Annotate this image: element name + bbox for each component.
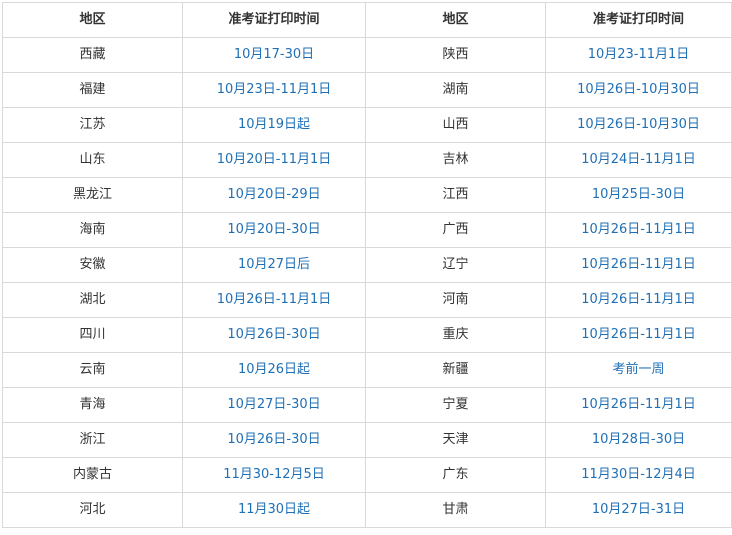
- print-time-cell: 10月20日-29日: [182, 177, 366, 213]
- print-time-cell: 10月23日-11月1日: [182, 72, 366, 108]
- table-row: 江苏 10月19日起 山西 10月26日-10月30日: [2, 107, 732, 143]
- region-cell: 宁夏: [365, 387, 546, 423]
- print-time-cell: 10月26日-10月30日: [545, 107, 732, 143]
- region-cell: 江苏: [2, 107, 183, 143]
- print-time-cell: 10月26日-11月1日: [545, 247, 732, 283]
- print-time-cell: 10月27日-31日: [545, 492, 732, 528]
- region-cell: 重庆: [365, 317, 546, 353]
- region-cell: 湖南: [365, 72, 546, 108]
- print-time-cell: 10月26日-11月1日: [545, 212, 732, 248]
- region-cell: 安徽: [2, 247, 183, 283]
- region-cell: 青海: [2, 387, 183, 423]
- header-print-time-left: 准考证打印时间: [182, 2, 366, 38]
- region-cell: 天津: [365, 422, 546, 458]
- print-time-cell: 10月20日-30日: [182, 212, 366, 248]
- region-cell: 河北: [2, 492, 183, 528]
- table-row: 湖北 10月26日-11月1日 河南 10月26日-11月1日: [2, 282, 732, 318]
- region-cell: 新疆: [365, 352, 546, 388]
- region-cell: 海南: [2, 212, 183, 248]
- table-header-row: 地区 准考证打印时间 地区 准考证打印时间: [2, 2, 732, 38]
- table-row: 河北 11月30日起 甘肃 10月27日-31日: [2, 492, 732, 528]
- header-region-left: 地区: [2, 2, 183, 38]
- region-cell: 黑龙江: [2, 177, 183, 213]
- region-cell: 内蒙古: [2, 457, 183, 493]
- print-time-cell: 10月26日-30日: [182, 422, 366, 458]
- print-time-cell: 10月26日-11月1日: [182, 282, 366, 318]
- print-time-cell: 10月26日起: [182, 352, 366, 388]
- region-cell: 云南: [2, 352, 183, 388]
- table-row: 海南 10月20日-30日 广西 10月26日-11月1日: [2, 212, 732, 248]
- print-time-cell: 10月20日-11月1日: [182, 142, 366, 178]
- exam-ticket-table: 地区 准考证打印时间 地区 准考证打印时间 西藏 10月17-30日 陕西 10…: [2, 2, 732, 528]
- region-cell: 河南: [365, 282, 546, 318]
- region-cell: 四川: [2, 317, 183, 353]
- header-region-right: 地区: [365, 2, 546, 38]
- table-row: 黑龙江 10月20日-29日 江西 10月25日-30日: [2, 177, 732, 213]
- table-row: 浙江 10月26日-30日 天津 10月28日-30日: [2, 422, 732, 458]
- region-cell: 吉林: [365, 142, 546, 178]
- region-cell: 甘肃: [365, 492, 546, 528]
- print-time-cell: 10月27日-30日: [182, 387, 366, 423]
- table-row: 四川 10月26日-30日 重庆 10月26日-11月1日: [2, 317, 732, 353]
- header-print-time-right: 准考证打印时间: [545, 2, 732, 38]
- print-time-cell: 10月27日后: [182, 247, 366, 283]
- table-row: 安徽 10月27日后 辽宁 10月26日-11月1日: [2, 247, 732, 283]
- print-time-cell: 11月30-12月5日: [182, 457, 366, 493]
- table-row: 云南 10月26日起 新疆 考前一周: [2, 352, 732, 388]
- region-cell: 辽宁: [365, 247, 546, 283]
- region-cell: 福建: [2, 72, 183, 108]
- table-row: 西藏 10月17-30日 陕西 10月23-11月1日: [2, 37, 732, 73]
- region-cell: 浙江: [2, 422, 183, 458]
- region-cell: 山西: [365, 107, 546, 143]
- region-cell: 广东: [365, 457, 546, 493]
- print-time-cell: 11月30日-12月4日: [545, 457, 732, 493]
- table-row: 青海 10月27日-30日 宁夏 10月26日-11月1日: [2, 387, 732, 423]
- print-time-cell: 10月24日-11月1日: [545, 142, 732, 178]
- print-time-cell: 考前一周: [545, 352, 732, 388]
- table-row: 山东 10月20日-11月1日 吉林 10月24日-11月1日: [2, 142, 732, 178]
- print-time-cell: 10月26日-11月1日: [545, 387, 732, 423]
- region-cell: 湖北: [2, 282, 183, 318]
- print-time-cell: 10月28日-30日: [545, 422, 732, 458]
- print-time-cell: 10月26日-11月1日: [545, 282, 732, 318]
- print-time-cell: 10月25日-30日: [545, 177, 732, 213]
- region-cell: 山东: [2, 142, 183, 178]
- region-cell: 陕西: [365, 37, 546, 73]
- print-time-cell: 10月26日-30日: [182, 317, 366, 353]
- region-cell: 江西: [365, 177, 546, 213]
- table-row: 福建 10月23日-11月1日 湖南 10月26日-10月30日: [2, 72, 732, 108]
- print-time-cell: 10月23-11月1日: [545, 37, 732, 73]
- print-time-cell: 10月17-30日: [182, 37, 366, 73]
- print-time-cell: 10月26日-11月1日: [545, 317, 732, 353]
- print-time-cell: 10月19日起: [182, 107, 366, 143]
- region-cell: 西藏: [2, 37, 183, 73]
- table-row: 内蒙古 11月30-12月5日 广东 11月30日-12月4日: [2, 457, 732, 493]
- print-time-cell: 10月26日-10月30日: [545, 72, 732, 108]
- region-cell: 广西: [365, 212, 546, 248]
- print-time-cell: 11月30日起: [182, 492, 366, 528]
